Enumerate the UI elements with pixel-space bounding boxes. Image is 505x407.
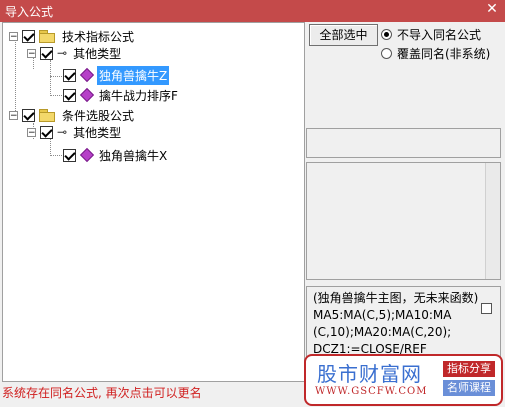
key-icon: ⊸ <box>57 46 68 60</box>
node-label: 其他类型 <box>73 46 122 61</box>
tree-node-other-types-1[interactable]: − ⊸ 其他类型 <box>27 45 123 61</box>
window-title: 导入公式 <box>5 5 54 19</box>
description-text: (独角兽擒牛主图，无未来函数) MA5:MA(C,5);MA10:MA (C,1… <box>313 291 479 356</box>
watermark-tag-courses: 名师课程 <box>443 380 495 396</box>
node-checkbox[interactable] <box>63 148 76 162</box>
key-icon: ⊸ <box>57 125 68 139</box>
watermark-tag-indicators: 指标分享 <box>443 361 495 377</box>
node-checkbox[interactable] <box>63 88 76 102</box>
select-all-button[interactable]: 全部选中 <box>309 24 378 46</box>
node-checkbox[interactable] <box>40 46 53 60</box>
tree-node-technical-indicators[interactable]: − 技术指标公式 <box>9 28 136 44</box>
formula-tree[interactable]: − 技术指标公式 − ⊸ 其他类型 独角兽擒牛Z 擒牛战力排序F − 条件选股公… <box>2 22 305 382</box>
site-watermark: 股市财富网 WWW.GSCFW.COM 指标分享 名师课程 <box>304 354 503 406</box>
node-checkbox[interactable] <box>22 108 35 122</box>
description-checkbox[interactable] <box>481 303 492 314</box>
radio-label: 不导入同名公式 <box>397 28 482 42</box>
node-label: 独角兽擒牛Z <box>97 65 170 85</box>
collapse-icon[interactable]: − <box>9 110 18 120</box>
node-checkbox[interactable] <box>22 29 35 43</box>
tree-node-unicorn-z[interactable]: 独角兽擒牛Z <box>63 65 170 85</box>
radio-indicator[interactable] <box>381 48 392 59</box>
node-label: 擒牛战力排序F <box>99 88 178 103</box>
collapse-icon[interactable]: − <box>9 31 18 41</box>
node-label: 独角兽擒牛X <box>99 148 168 163</box>
tree-node-other-types-2[interactable]: − ⊸ 其他类型 <box>27 124 123 140</box>
radio-overwrite-duplicates[interactable]: 覆盖同名(非系统) <box>381 45 490 62</box>
tree-node-condition-screening[interactable]: − 条件选股公式 <box>9 107 136 123</box>
import-formula-dialog: 导入公式 ✕ − 技术指标公式 − ⊸ 其他类型 独角兽擒牛Z 擒牛战力排序F … <box>0 0 505 407</box>
formula-icon <box>79 87 95 103</box>
name-field[interactable] <box>306 128 501 158</box>
folder-icon <box>39 109 55 122</box>
node-checkbox[interactable] <box>40 125 53 139</box>
formula-icon <box>79 67 95 83</box>
scrollbar[interactable] <box>485 163 500 279</box>
node-checkbox[interactable] <box>63 68 76 82</box>
node-label: 其他类型 <box>73 125 122 140</box>
folder-icon <box>39 30 55 43</box>
collapse-icon[interactable]: − <box>27 48 36 58</box>
title-bar: 导入公式 ✕ <box>0 0 505 22</box>
radio-indicator[interactable] <box>381 29 392 40</box>
radio-skip-duplicates[interactable]: 不导入同名公式 <box>381 26 481 43</box>
tree-node-unicorn-x[interactable]: 独角兽擒牛X <box>63 147 169 163</box>
watermark-url: WWW.GSCFW.COM <box>315 386 428 397</box>
radio-label: 覆盖同名(非系统) <box>397 47 491 61</box>
preview-box[interactable] <box>306 162 501 280</box>
close-icon[interactable]: ✕ <box>484 1 500 17</box>
watermark-site-name: 股市财富网 <box>317 362 422 386</box>
formula-icon <box>79 147 95 163</box>
collapse-icon[interactable]: − <box>27 127 36 137</box>
status-message: 系统存在同名公式, 再次点击可以更名 <box>2 386 202 400</box>
tree-node-bull-ranking-f[interactable]: 擒牛战力排序F <box>63 87 180 103</box>
